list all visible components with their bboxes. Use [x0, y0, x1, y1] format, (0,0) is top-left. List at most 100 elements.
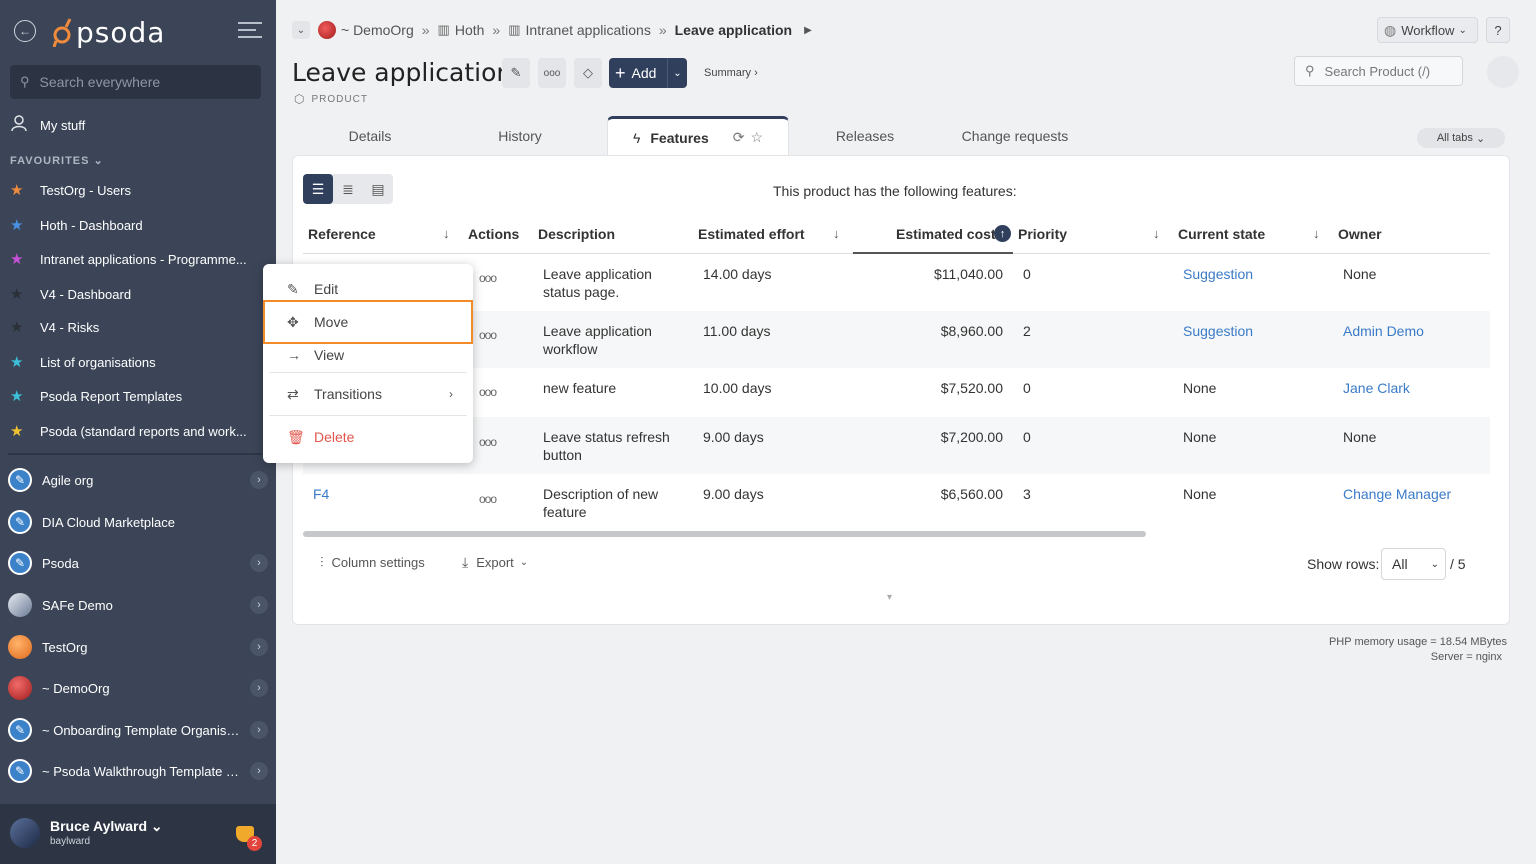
cell-owner[interactable]: Jane Clark [1343, 379, 1410, 397]
memory-usage: PHP memory usage = 18.54 MBytes [1328, 636, 1507, 648]
star-outline-icon[interactable]: ☆ [750, 129, 763, 146]
export-icon: ⤓ [462, 554, 469, 570]
column-header-estimated-effort[interactable]: Estimated effort [698, 226, 805, 242]
tag-button[interactable]: ◇ [574, 58, 602, 88]
column-header-owner[interactable]: Owner [1338, 226, 1382, 242]
sort-arrow-icon[interactable]: ↓ [833, 226, 840, 241]
cell-priority: 0 [1023, 429, 1031, 445]
cell-cost: $6,560.00 [940, 486, 1003, 502]
sort-arrow-icon[interactable]: ↓ [1313, 226, 1320, 241]
view-density-toggle: ☰ ≣ ▤ [303, 174, 393, 204]
sort-arrow-icon[interactable]: ↓ [1153, 226, 1160, 241]
favourite-item[interactable]: ★ TestOrg - Users [10, 179, 260, 201]
sidebar-divider [8, 453, 262, 455]
horizontal-scrollbar[interactable] [303, 531, 1146, 537]
favourite-item[interactable]: ★ V4 - Risks [10, 316, 260, 338]
column-settings-button[interactable]: ⫶ Column settings [320, 554, 425, 571]
cell-reference[interactable]: F4 [313, 485, 329, 503]
column-header-reference[interactable]: Reference [308, 226, 376, 242]
star-icon: ★ [10, 354, 24, 371]
show-rows-select[interactable]: All ⌄ [1381, 548, 1446, 580]
search-product-input[interactable]: ⚲ Search Product (/) [1294, 56, 1463, 86]
org-item[interactable]: TestOrg › [8, 634, 268, 660]
org-item[interactable]: ✎ Agile org › [8, 467, 268, 493]
user-area[interactable]: Bruce Aylward ⌄ baylward 2 [0, 804, 276, 864]
org-item[interactable]: ✎ Psoda › [8, 550, 268, 576]
cell-owner[interactable]: Change Manager [1343, 485, 1451, 503]
tab-details[interactable]: Details [320, 116, 420, 156]
back-arrow-icon[interactable]: ← [14, 20, 36, 42]
export-button[interactable]: ⤓ Export ⌄ [462, 554, 528, 571]
favourites-header[interactable]: FAVOURITES ⌄ [10, 154, 104, 167]
cell-state[interactable]: Suggestion [1183, 265, 1253, 283]
resize-handle-icon[interactable]: ▾ [887, 592, 892, 603]
tab-history[interactable]: History [470, 116, 570, 156]
favourite-item[interactable]: ★ Psoda (standard reports and work... [10, 420, 260, 442]
menu-item-delete[interactable]: 🗑 Delete [263, 422, 473, 452]
avatar[interactable] [10, 818, 40, 848]
breadcrumb-item-intranet[interactable]: Intranet applications [526, 22, 651, 38]
list-large-icon[interactable]: ☰ [303, 174, 333, 204]
my-stuff-link[interactable]: My stuff [10, 114, 85, 136]
chevron-right-icon[interactable]: › [250, 596, 268, 614]
cell-priority: 3 [1023, 486, 1031, 502]
list-medium-icon[interactable]: ≣ [333, 174, 363, 204]
chevron-right-icon[interactable]: › [250, 554, 268, 572]
chevron-right-icon[interactable]: › [250, 721, 268, 739]
more-actions-button[interactable]: ooo [538, 58, 566, 88]
star-icon: ★ [10, 286, 24, 303]
favourite-item[interactable]: ★ List of organisations [10, 351, 260, 373]
favourite-item[interactable]: ★ V4 - Dashboard [10, 283, 260, 305]
row-actions-icon[interactable]: ooo [479, 271, 497, 285]
column-header-current-state[interactable]: Current state [1178, 226, 1265, 242]
favourite-item[interactable]: ★ Hoth - Dashboard [10, 214, 260, 236]
menu-item-move[interactable]: ✥ Move [263, 300, 473, 344]
breadcrumb-dropdown-icon[interactable]: ⌄ [292, 21, 310, 39]
summary-link[interactable]: Summary › [704, 67, 758, 79]
user-name[interactable]: Bruce Aylward ⌄ [50, 818, 163, 835]
tab-releases[interactable]: Releases [815, 116, 915, 156]
chevron-right-icon[interactable]: › [250, 679, 268, 697]
add-button[interactable]: + Add ⌄ [609, 58, 687, 88]
org-item[interactable]: SAFe Demo › [8, 592, 268, 618]
breadcrumb-item-demoorg[interactable]: ~ DemoOrg [341, 22, 414, 38]
chevron-right-icon[interactable]: › [250, 471, 268, 489]
menu-item-transitions[interactable]: ⇄ Transitions › [263, 379, 473, 409]
menu-toggle-icon[interactable] [238, 22, 262, 40]
workflow-button[interactable]: ◍ Workflow ⌄ [1377, 17, 1478, 43]
cell-state[interactable]: Suggestion [1183, 322, 1253, 340]
column-header-priority[interactable]: Priority [1018, 226, 1067, 242]
column-header-estimated-cost[interactable]: Estimated cost [896, 226, 996, 242]
cell-owner[interactable]: Admin Demo [1343, 322, 1424, 340]
menu-item-view[interactable]: → View [263, 340, 473, 370]
row-actions-icon[interactable]: ooo [479, 385, 497, 399]
tab-change-requests[interactable]: Change requests [950, 116, 1080, 156]
refresh-icon[interactable]: ⟳ [733, 129, 745, 146]
org-item[interactable]: ~ DemoOrg › [8, 675, 268, 701]
column-header-description[interactable]: Description [538, 226, 615, 242]
row-actions-icon[interactable]: ooo [479, 435, 497, 449]
search-everywhere-input[interactable]: ⚲ Search everywhere [10, 65, 261, 99]
row-actions-icon[interactable]: ooo [479, 492, 497, 506]
all-tabs-dropdown[interactable]: All tabs ⌄ [1417, 128, 1505, 148]
org-item[interactable]: ✎ ~ Psoda Walkthrough Template P... › [8, 758, 268, 784]
breadcrumb-item-hoth[interactable]: Hoth [455, 22, 485, 38]
psoda-logo[interactable]: psoda [52, 12, 165, 52]
list-compact-icon[interactable]: ▤ [363, 174, 393, 204]
org-item[interactable]: ✎ DIA Cloud Marketplace [8, 509, 268, 535]
tab-features[interactable]: ϟ Features ⟳ ☆ [607, 116, 789, 156]
caret-right-icon[interactable]: ▶ [804, 25, 812, 36]
compass-icon: ✎ [8, 718, 32, 742]
edit-button[interactable]: ✎ [502, 58, 530, 88]
sort-active-icon[interactable]: ↑ [994, 225, 1011, 242]
chevron-down-icon[interactable]: ⌄ [667, 58, 687, 88]
quick-edit-button[interactable] [1487, 56, 1519, 88]
chevron-right-icon[interactable]: › [250, 762, 268, 780]
help-button[interactable]: ? [1486, 17, 1510, 43]
chevron-right-icon[interactable]: › [250, 638, 268, 656]
sort-arrow-icon[interactable]: ↓ [443, 226, 450, 241]
favourite-item[interactable]: ★ Psoda Report Templates [10, 385, 260, 407]
org-item[interactable]: ✎ ~ Onboarding Template Organisa... › [8, 717, 268, 743]
row-actions-icon[interactable]: ooo [479, 328, 497, 342]
favourite-item[interactable]: ★ Intranet applications - Programme... [10, 248, 260, 270]
